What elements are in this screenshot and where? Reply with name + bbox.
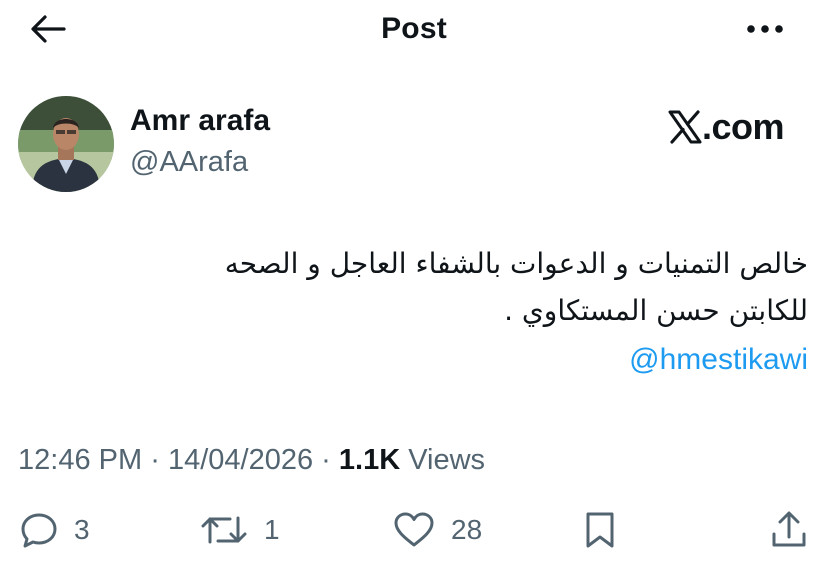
heart-icon xyxy=(394,512,434,547)
repost-icon xyxy=(201,516,247,544)
brand-watermark: .com xyxy=(668,105,793,149)
x-logo-icon xyxy=(668,110,702,144)
repost-count: 1 xyxy=(264,514,280,545)
bookmark-button[interactable] xyxy=(582,505,618,555)
views-count: 1.1K xyxy=(338,444,401,476)
mention-link[interactable]: @hmestikawi xyxy=(629,343,808,377)
brand-text: .com xyxy=(702,106,785,147)
like-button[interactable]: 28 xyxy=(393,505,482,555)
page-title: Post xyxy=(381,12,447,45)
tweet-line: خالص التمنيات و الدعوات بالشفاء العاجل و… xyxy=(224,247,808,280)
reply-count: 3 xyxy=(74,514,90,545)
avatar[interactable] xyxy=(18,96,114,192)
more-horizontal-icon xyxy=(747,25,783,33)
post-meta: 12:46 PM · 14/04/2026 · 1.1K Views xyxy=(18,444,485,477)
post-date[interactable]: 14/04/2026 xyxy=(168,444,313,476)
top-bar: Post xyxy=(0,0,828,60)
like-count: 28 xyxy=(451,514,483,545)
author-display-name[interactable]: Amr arafa xyxy=(130,104,270,138)
more-button[interactable] xyxy=(740,12,790,46)
share-icon xyxy=(772,511,806,547)
reply-icon xyxy=(21,513,57,548)
meta-separator: · xyxy=(321,444,331,476)
repost-button[interactable]: 1 xyxy=(200,505,280,555)
action-bar: 3 1 28 xyxy=(0,505,828,555)
share-button[interactable] xyxy=(770,505,808,555)
tweet-line: للكابتن حسن المستكاوي . xyxy=(504,294,808,327)
meta-separator: · xyxy=(150,444,160,476)
reply-button[interactable]: 3 xyxy=(20,505,90,555)
bookmark-icon xyxy=(586,512,614,548)
post-time[interactable]: 12:46 PM xyxy=(18,444,142,476)
views-label: Views xyxy=(408,444,486,476)
tweet-text: خالص التمنيات و الدعوات بالشفاء العاجل و… xyxy=(18,240,808,334)
author-handle[interactable]: @AArafa xyxy=(130,146,248,179)
